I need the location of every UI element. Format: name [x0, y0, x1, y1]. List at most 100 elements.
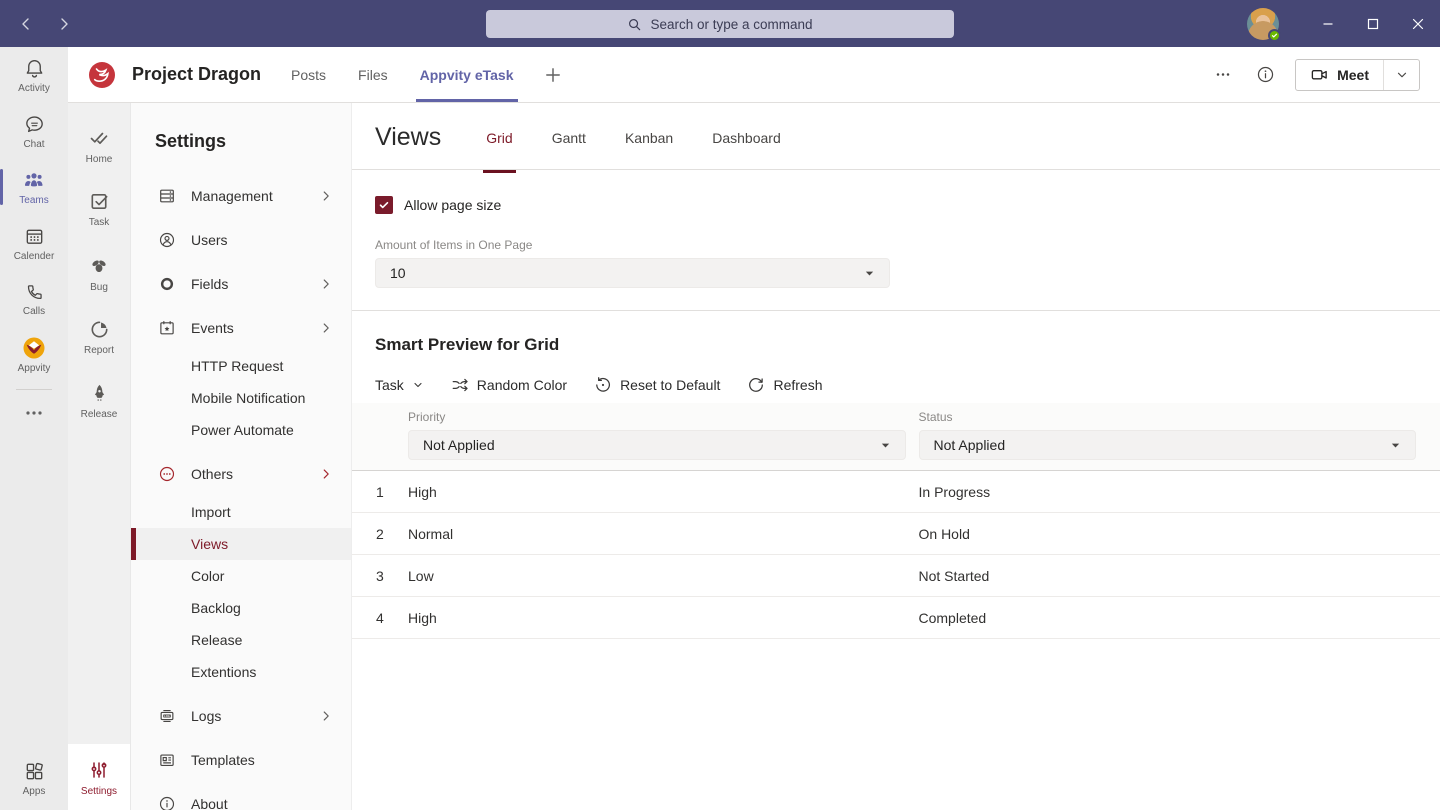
page-size-dropdown[interactable]: 10	[375, 258, 890, 288]
module-item-home[interactable]: Home	[68, 113, 130, 177]
views-settings-content: Views Grid Gantt Kanban Dashboard	[352, 103, 1440, 810]
shuffle-icon	[451, 376, 469, 394]
sidebar-item-appvity[interactable]: Appvity	[0, 327, 68, 383]
priority-cell: Low	[408, 568, 906, 584]
more-apps-button[interactable]	[0, 396, 68, 430]
module-item-label: Home	[86, 154, 113, 165]
close-button[interactable]	[1395, 0, 1440, 47]
entity-selector[interactable]: Task	[375, 377, 424, 393]
meet-options-button[interactable]	[1383, 60, 1419, 90]
tab-appvity-etask[interactable]: Appvity eTask	[416, 47, 518, 102]
info-icon	[1256, 65, 1275, 84]
priority-cell: High	[408, 484, 906, 500]
minimize-button[interactable]	[1305, 0, 1350, 47]
settings-nav-templates[interactable]: Templates	[131, 738, 351, 782]
settings-nav-about[interactable]: About	[131, 782, 351, 810]
meet-label: Meet	[1337, 67, 1369, 83]
module-item-bug[interactable]: Bug	[68, 241, 130, 305]
settings-nav-http-request[interactable]: HTTP Request	[131, 350, 351, 382]
close-icon	[1412, 18, 1424, 30]
user-avatar[interactable]	[1247, 8, 1279, 40]
sidebar-item-teams[interactable]: Teams	[0, 159, 68, 215]
sidebar-item-chat[interactable]: Chat	[0, 103, 68, 159]
status-cell: On Hold	[906, 526, 1417, 542]
refresh-button[interactable]: Refresh	[747, 376, 822, 394]
status-filter-dropdown[interactable]: Not Applied	[919, 430, 1417, 460]
sidebar-item-calls[interactable]: Calls	[0, 271, 68, 327]
module-item-release[interactable]: Release	[68, 369, 130, 433]
more-options-button[interactable]	[1211, 63, 1235, 87]
fields-icon	[158, 275, 176, 293]
table-row: 2 Normal On Hold	[352, 513, 1440, 555]
forward-button[interactable]	[52, 12, 76, 36]
priority-column-label: Priority	[408, 410, 906, 424]
tab-grid[interactable]: Grid	[483, 105, 515, 171]
table-filter-header: Priority Not Applied Status No	[352, 403, 1440, 471]
settings-nav-mobile-notification[interactable]: Mobile Notification	[131, 382, 351, 414]
refresh-icon	[747, 376, 765, 394]
chevron-right-icon	[319, 189, 333, 203]
meet-button[interactable]: Meet	[1296, 60, 1383, 90]
tab-gantt[interactable]: Gantt	[549, 105, 589, 171]
module-item-label: Bug	[90, 282, 108, 293]
info-button[interactable]	[1253, 63, 1277, 87]
reset-to-default-button[interactable]: Reset to Default	[594, 376, 720, 394]
sidebar-item-label: Appvity	[18, 363, 51, 374]
settings-nav-others[interactable]: Others	[131, 452, 351, 496]
chevron-right-icon	[319, 467, 333, 481]
add-tab-button[interactable]	[544, 66, 562, 84]
back-button[interactable]	[14, 12, 38, 36]
module-item-settings[interactable]: Settings	[68, 744, 130, 810]
sidebar-item-activity[interactable]: Activity	[0, 47, 68, 103]
sidebar-item-label: Apps	[23, 786, 46, 797]
chevron-down-icon	[412, 379, 424, 391]
module-item-label: Settings	[81, 786, 117, 797]
ellipsis-icon	[25, 410, 43, 416]
settings-nav-import[interactable]: Import	[131, 496, 351, 528]
settings-nav-views[interactable]: Views	[131, 528, 351, 560]
svg-text:LOG: LOG	[164, 714, 170, 718]
views-tabs: Grid Gantt Kanban Dashboard	[483, 103, 816, 169]
settings-nav-events[interactable]: Events	[131, 306, 351, 350]
etask-module-rail: Home Task Bug Report	[68, 103, 131, 810]
module-item-label: Report	[84, 345, 114, 356]
settings-nav-management[interactable]: Management	[131, 174, 351, 218]
tab-posts[interactable]: Posts	[287, 47, 330, 102]
maximize-button[interactable]	[1350, 0, 1395, 47]
table-row: 3 Low Not Started	[352, 555, 1440, 597]
search-icon	[627, 17, 642, 32]
report-pie-icon	[88, 318, 111, 341]
priority-cell: Normal	[408, 526, 906, 542]
rail-divider	[16, 389, 52, 390]
module-item-report[interactable]: Report	[68, 305, 130, 369]
templates-icon	[158, 751, 176, 769]
smart-preview-title: Smart Preview for Grid	[352, 335, 1440, 355]
settings-nav-color[interactable]: Color	[131, 560, 351, 592]
sidebar-item-calendar[interactable]: Calender	[0, 215, 68, 271]
tab-dashboard[interactable]: Dashboard	[709, 105, 784, 171]
calendar-icon	[23, 225, 46, 248]
caret-down-icon	[1390, 440, 1401, 451]
tab-kanban[interactable]: Kanban	[622, 105, 676, 171]
settings-nav-logs[interactable]: LOG Logs	[131, 694, 351, 738]
settings-nav-backlog[interactable]: Backlog	[131, 592, 351, 624]
settings-nav-release[interactable]: Release	[131, 624, 351, 656]
tab-files[interactable]: Files	[354, 47, 392, 102]
maximize-icon	[1367, 18, 1379, 30]
search-input[interactable]: Search or type a command	[486, 10, 954, 38]
management-icon	[158, 187, 176, 205]
channel-header: Project Dragon Posts Files Appvity eTask	[68, 47, 1440, 103]
allow-page-size-checkbox[interactable]: Allow page size	[352, 196, 1440, 214]
settings-nav-users[interactable]: Users	[131, 218, 351, 262]
channel-tabs: Posts Files Appvity eTask	[287, 47, 561, 102]
random-color-button[interactable]: Random Color	[451, 376, 567, 394]
settings-nav-fields[interactable]: Fields	[131, 262, 351, 306]
others-icon	[158, 465, 176, 483]
table-row: 1 High In Progress	[352, 471, 1440, 513]
logs-icon: LOG	[158, 707, 176, 725]
settings-nav-power-automate[interactable]: Power Automate	[131, 414, 351, 446]
sidebar-item-apps[interactable]: Apps	[0, 746, 68, 810]
module-item-task[interactable]: Task	[68, 177, 130, 241]
priority-filter-dropdown[interactable]: Not Applied	[408, 430, 906, 460]
settings-nav-extentions[interactable]: Extentions	[131, 656, 351, 688]
